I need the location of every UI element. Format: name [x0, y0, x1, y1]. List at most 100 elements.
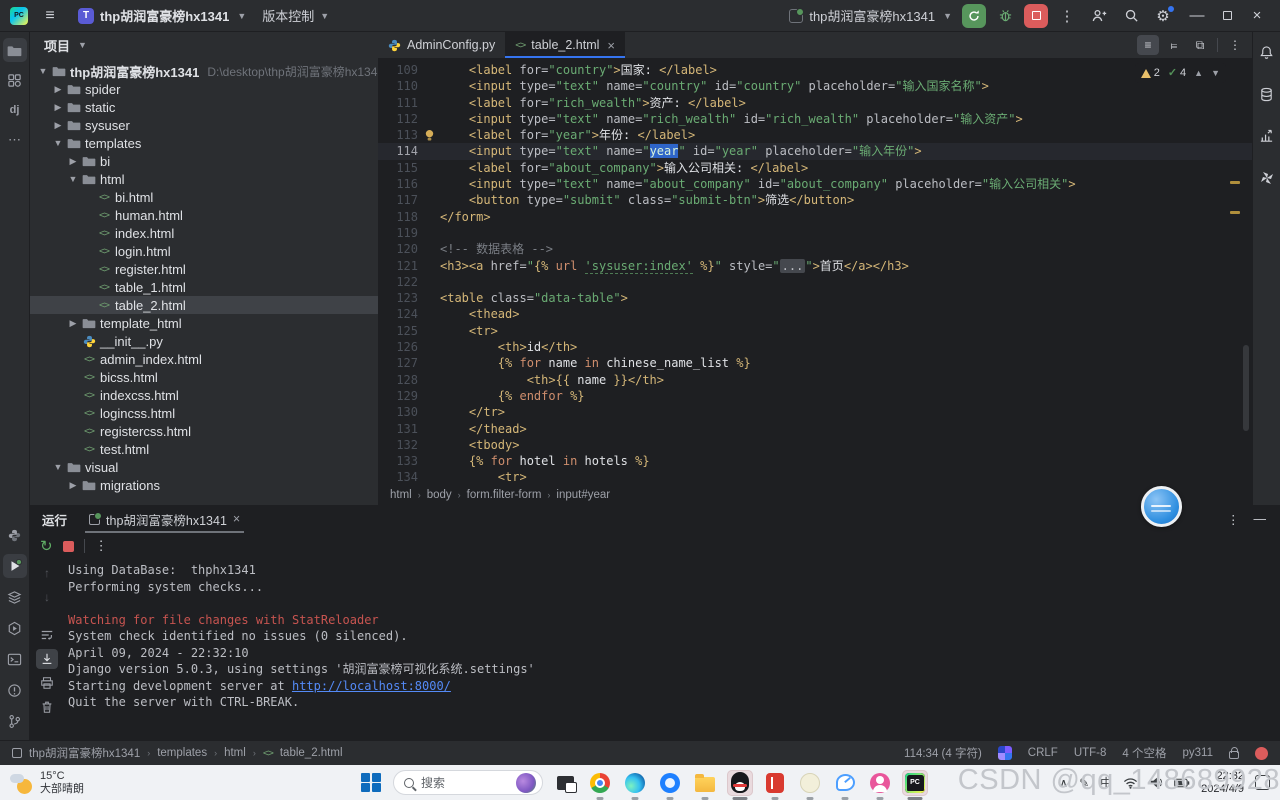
prev-issue-icon[interactable]: ▲ [1194, 65, 1203, 81]
taskbar-app-browser-blue[interactable] [657, 770, 683, 796]
more-run-actions-button[interactable]: ⋮ [1054, 4, 1080, 28]
code-line-130[interactable]: 130 </tr> [378, 404, 1252, 420]
run-console-tab[interactable]: thp胡润富豪榜hx1341 × [81, 505, 248, 533]
commit-tool-button[interactable] [3, 68, 27, 92]
python-interpreter[interactable]: py311 [1183, 747, 1213, 759]
clear-console-button[interactable] [36, 697, 58, 717]
prev-occurrence-button[interactable]: ↑ [36, 563, 58, 583]
code-line-125[interactable]: 125 <tr> [378, 323, 1252, 339]
taskbar-app-qq[interactable] [727, 770, 753, 796]
print-button[interactable] [36, 673, 58, 693]
wifi-icon[interactable] [1123, 777, 1138, 789]
taskbar-app-explorer[interactable] [692, 770, 718, 796]
notifications-button[interactable] [1255, 40, 1279, 64]
tree-item-logincss.html[interactable]: <>logincss.html [30, 404, 378, 422]
chevron-right-icon[interactable]: ▶ [66, 156, 80, 167]
tab-table2[interactable]: <> table_2.html × [505, 32, 625, 58]
tree-item-index.html[interactable]: <>index.html [30, 224, 378, 242]
tree-item-register.html[interactable]: <>register.html [30, 260, 378, 278]
code-line-134[interactable]: 134 <tr> [378, 469, 1252, 485]
tree-item-login.html[interactable]: <>login.html [30, 242, 378, 260]
status-crumb[interactable]: thp胡润富豪榜hx1341 [29, 745, 140, 761]
chevron-down-icon[interactable]: ▼ [36, 66, 50, 76]
tree-item-admin_index.html[interactable]: <>admin_index.html [30, 350, 378, 368]
run-tool-button[interactable] [3, 554, 27, 578]
code-line-115[interactable]: 115 <label for="about_company">输入公司相关: <… [378, 160, 1252, 176]
intention-bulb-icon[interactable] [418, 127, 440, 143]
console-output[interactable]: Using DataBase: thphx1341Performing syst… [64, 559, 1280, 740]
stop-button[interactable] [1024, 4, 1048, 28]
chevron-right-icon[interactable]: ▶ [51, 102, 65, 113]
code-line-132[interactable]: 132 <tbody> [378, 437, 1252, 453]
problems-tool-button[interactable] [3, 678, 27, 702]
tree-item-sysuser[interactable]: ▶sysuser [30, 116, 378, 134]
ime-indicator[interactable]: 中 [1100, 774, 1112, 791]
more-tools-tool-button[interactable]: ⋯ [3, 128, 27, 152]
code-with-me-button[interactable] [1086, 4, 1112, 28]
editor-more-button[interactable]: ⋮ [1224, 35, 1246, 55]
close-button[interactable]: × [1242, 4, 1272, 28]
run-configuration-selector[interactable]: thp胡润富豪榜hx1341 ▼ [789, 6, 952, 25]
profiler-tool-button[interactable] [3, 616, 27, 640]
tree-item-templates[interactable]: ▼templates [30, 134, 378, 152]
taskbar-app-chrome[interactable] [587, 770, 613, 796]
tray-expand-icon[interactable]: ∧ [1059, 776, 1068, 790]
rerun-icon[interactable]: ↻ [40, 537, 53, 555]
tree-item-spider[interactable]: ▶spider [30, 80, 378, 98]
codegeex-status-icon[interactable] [998, 746, 1012, 760]
chevron-down-icon[interactable]: ▼ [66, 174, 80, 184]
caret-position[interactable]: 114:34 (4 字符) [904, 745, 982, 761]
taskbar-search[interactable]: 搜索 [393, 770, 543, 795]
chevron-down-icon[interactable]: ▼ [78, 40, 87, 50]
scroll-to-end-button[interactable] [36, 649, 58, 669]
debug-button[interactable] [992, 4, 1018, 28]
maximize-button[interactable] [1212, 4, 1242, 28]
warning-stripe[interactable] [1230, 181, 1240, 184]
floating-assistant-button[interactable] [1141, 486, 1182, 527]
project-tool-button[interactable] [3, 38, 27, 62]
file-encoding[interactable]: UTF-8 [1074, 747, 1107, 759]
tree-item-migrations[interactable]: ▶migrations [30, 476, 378, 494]
browser-preview-button[interactable]: ⧉ [1189, 35, 1211, 55]
tree-item-table_1.html[interactable]: <>table_1.html [30, 278, 378, 296]
breadcrumb[interactable]: form.filter-form [467, 489, 542, 501]
django-structure-tool-button[interactable]: dj [3, 98, 27, 122]
status-crumb[interactable]: table_2.html [280, 747, 343, 759]
volume-icon[interactable] [1149, 776, 1163, 789]
code-line-116[interactable]: 116 <input type="text" name="about_compa… [378, 176, 1252, 192]
taskbar-clock[interactable]: 22:32 2024/4/9 [1201, 770, 1244, 796]
project-widget[interactable]: T thp胡润富豪榜hx1341 ▼ [72, 3, 252, 28]
soft-wrap-button[interactable] [36, 625, 58, 645]
tree-item-bicss.html[interactable]: <>bicss.html [30, 368, 378, 386]
code-line-117[interactable]: 117 <button type="submit" class="submit-… [378, 192, 1252, 208]
tree-item-template_html[interactable]: ▶template_html [30, 314, 378, 332]
hide-console-button[interactable]: — [1254, 512, 1267, 526]
endpoints-button[interactable] [1255, 124, 1279, 148]
code-line-124[interactable]: 124 <thead> [378, 306, 1252, 322]
pen-icon[interactable]: ✎ [1079, 776, 1089, 790]
editor-layout-list-button[interactable]: ≡ [1137, 35, 1159, 55]
code-line-133[interactable]: 133 {% for hotel in hotels %} [378, 453, 1252, 469]
taskbar-app-edge[interactable] [622, 770, 648, 796]
weather-widget[interactable]: 15°C 大部晴朗 [0, 770, 150, 796]
console-options-button[interactable]: ⋮ [1227, 512, 1240, 527]
tree-item-human.html[interactable]: <>human.html [30, 206, 378, 224]
settings-button[interactable]: ⚙ [1150, 4, 1176, 28]
code-line-114[interactable]: 114 <input type="text" name="year" id="y… [378, 143, 1252, 159]
chevron-down-icon[interactable]: ▼ [51, 138, 65, 148]
tree-item-visual[interactable]: ▼visual [30, 458, 378, 476]
main-menu-button[interactable]: ≡ [38, 7, 62, 25]
tree-item-bi[interactable]: ▶bi [30, 152, 378, 170]
tree-item-table_2.html[interactable]: <>table_2.html [30, 296, 378, 314]
tree-item-thp-hx1341[interactable]: ▼thp胡润富豪榜hx1341D:\desktop\thp胡润富豪榜hx1341 [30, 62, 378, 80]
rerun-button[interactable] [962, 4, 986, 28]
code-line-110[interactable]: 110 <input type="text" name="country" id… [378, 78, 1252, 94]
code-editor[interactable]: 2 ✓4 ▲ ▼ 109 <label for="country">国家: </… [378, 59, 1252, 485]
tree-item-test.html[interactable]: <>test.html [30, 440, 378, 458]
code-line-112[interactable]: 112 <input type="text" name="rich_wealth… [378, 111, 1252, 127]
indent-setting[interactable]: 4 个空格 [1122, 745, 1166, 761]
code-line-111[interactable]: 111 <label for="rich_wealth">资产: </label… [378, 95, 1252, 111]
vcs-widget[interactable]: 版本控制 ▼ [262, 6, 329, 25]
code-line-123[interactable]: 123<table class="data-table"> [378, 290, 1252, 306]
code-line-120[interactable]: 120<!-- 数据表格 --> [378, 241, 1252, 257]
